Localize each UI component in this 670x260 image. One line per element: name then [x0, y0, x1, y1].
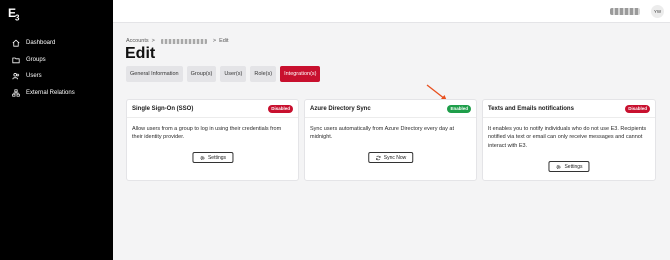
sidebar: E3 Dashboard Groups Users External Relat…	[0, 0, 113, 260]
card-description: It enables you to notify individuals who…	[488, 126, 647, 149]
breadcrumb-account-redacted[interactable]	[160, 38, 207, 44]
card-header: Azure Directory Sync Enabled	[305, 100, 476, 118]
status-badge: Disabled	[268, 104, 293, 113]
sso-settings-button[interactable]: Settings	[191, 152, 234, 163]
folder-icon	[12, 57, 20, 63]
app-logo[interactable]: E3	[8, 6, 20, 22]
breadcrumb-accounts-link[interactable]: Accounts	[126, 38, 149, 44]
breadcrumb: Accounts > > Edit	[126, 38, 229, 44]
notifications-settings-button[interactable]: Settings	[548, 161, 590, 172]
sidebar-item-label: Groups	[26, 56, 46, 63]
sidebar-item-label: Dashboard	[26, 40, 56, 47]
page-title: Edit	[125, 45, 156, 62]
home-icon	[12, 39, 20, 47]
tab-general-information[interactable]: General Information	[126, 66, 183, 82]
refresh-icon	[375, 155, 380, 160]
breadcrumb-separator: >	[151, 38, 155, 44]
integration-card-sso: Single Sign-On (SSO) Disabled Allow user…	[126, 99, 299, 181]
tab-users[interactable]: User(s)	[220, 66, 247, 82]
sidebar-item-label: Users	[26, 73, 42, 80]
tab-groups[interactable]: Group(s)	[186, 66, 217, 82]
users-icon	[12, 73, 20, 80]
integration-card-notifications: Texts and Emails notifications Disabled …	[482, 99, 656, 181]
avatar[interactable]: YW	[651, 5, 664, 18]
card-description: Allow users from a group to log in using…	[132, 126, 282, 141]
sidebar-item-dashboard[interactable]: Dashboard	[12, 35, 75, 52]
sidebar-item-users[interactable]: Users	[12, 68, 75, 85]
card-description: Sync users automatically from Azure Dire…	[310, 126, 454, 141]
sidebar-item-label: External Relations	[26, 89, 75, 96]
button-label: Settings	[207, 154, 227, 161]
status-badge: Enabled	[447, 104, 471, 113]
card-title: Texts and Emails notifications	[488, 105, 574, 112]
card-title: Azure Directory Sync	[310, 105, 371, 112]
button-label: Sync Now	[383, 154, 407, 161]
card-title: Single Sign-On (SSO)	[132, 105, 194, 112]
sync-now-button[interactable]: Sync Now	[367, 152, 414, 163]
integration-card-azure: Azure Directory Sync Enabled Sync users …	[304, 99, 477, 181]
gear-icon	[199, 155, 204, 160]
user-name-redacted	[610, 8, 640, 15]
sidebar-item-external-relations[interactable]: External Relations	[12, 85, 75, 102]
card-header: Texts and Emails notifications Disabled	[483, 100, 655, 118]
top-bar: YW	[113, 0, 670, 23]
tab-roles[interactable]: Role(s)	[250, 66, 277, 82]
tab-bar: General Information Group(s) User(s) Rol…	[126, 66, 324, 82]
status-badge: Disabled	[625, 104, 650, 113]
sidebar-nav: Dashboard Groups Users External Relation…	[12, 35, 75, 101]
network-icon	[12, 89, 20, 97]
sidebar-item-groups[interactable]: Groups	[12, 52, 75, 69]
gear-icon	[556, 164, 561, 169]
card-header: Single Sign-On (SSO) Disabled	[127, 100, 298, 118]
tab-integrations[interactable]: Integration(s)	[280, 66, 321, 82]
button-label: Settings	[564, 163, 583, 170]
breadcrumb-separator: >	[212, 38, 217, 44]
breadcrumb-current: Edit	[219, 38, 229, 44]
